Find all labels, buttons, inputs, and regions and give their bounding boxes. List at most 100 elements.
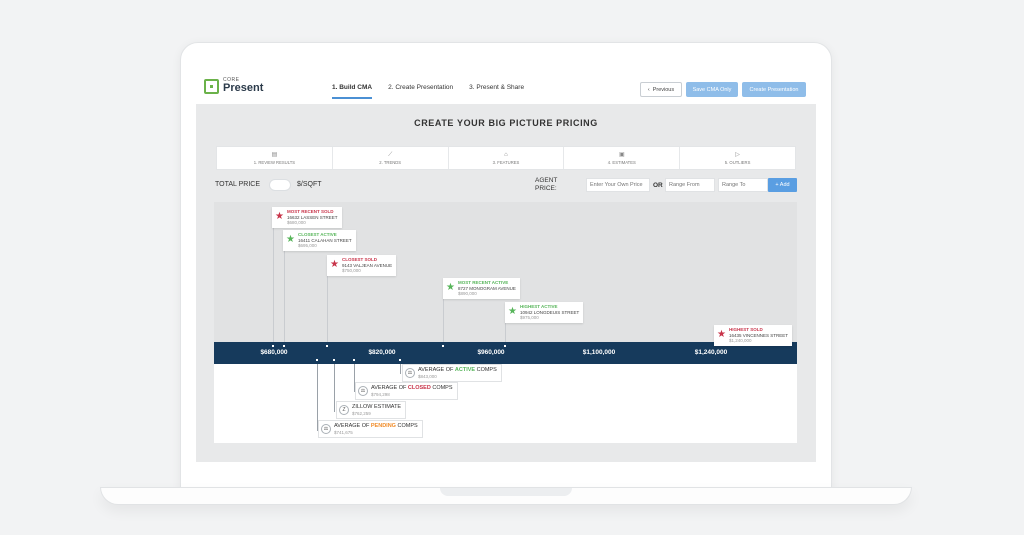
comp-card-closest-sold[interactable]: ★ CLOSEST SOLD 9143 VALJEAN AVENUE $750,…: [327, 255, 397, 276]
scale-icon: ⚖: [321, 424, 331, 434]
comp-stem: [327, 274, 328, 342]
average-prefix: AVERAGE OF: [418, 367, 455, 373]
per-sqft-label: $/SQFT: [297, 181, 322, 188]
step-build-cma[interactable]: 1. Build CMA: [332, 84, 373, 99]
range-to-input[interactable]: [718, 178, 768, 192]
total-price-label: TOTAL PRICE: [215, 181, 260, 188]
tab-trends[interactable]: ⟋ 2. TRENDS: [333, 147, 449, 169]
average-highlight: CLOSED: [407, 385, 431, 391]
average-active-card[interactable]: ⚖ AVERAGE OF ACTIVE COMPS $843,000: [402, 364, 502, 382]
comp-marker: [283, 345, 285, 347]
home-icon: ⌂: [504, 151, 508, 158]
comp-stem: [505, 321, 506, 342]
comp-stem: [273, 226, 274, 342]
zillow-estimate-card[interactable]: Z ZILLOW ESTIMATE $762,259: [336, 401, 407, 419]
pricing-chart: $680,000 $820,000 $960,000 $1,100,000 $1…: [214, 202, 797, 443]
average-value: $794,298: [371, 391, 390, 397]
average-label: AVERAGE OF CLOSED COMPS: [371, 385, 453, 392]
step-present-share[interactable]: 3. Present & Share: [469, 84, 524, 99]
tab-label: 5. OUTLIERS: [724, 159, 751, 165]
average-suffix: COMPS: [430, 385, 453, 391]
comp-card-most-recent-active[interactable]: ★ MOST RECENT ACTIVE 8727 MONOGRAM AVENU…: [443, 278, 520, 299]
content-area: CREATE YOUR BIG PICTURE PRICING ▤ 1. REV…: [196, 104, 816, 462]
comp-title: MOST RECENT ACTIVE: [457, 280, 509, 285]
axis-tick-label: $680,000: [260, 349, 288, 356]
average-closed-card[interactable]: ⚖ AVERAGE OF CLOSED COMPS $794,298: [355, 382, 458, 400]
scale-icon: ⚖: [405, 368, 415, 378]
average-marker: [399, 359, 401, 361]
tab-features[interactable]: ⌂ 3. FEATURES: [449, 147, 565, 169]
axis-tick-label: $820,000: [368, 349, 396, 356]
tab-label: 3. FEATURES: [492, 159, 520, 165]
average-stem: [400, 364, 401, 374]
comp-price: $680,000: [286, 220, 306, 226]
comp-title: MOST RECENT SOLD: [286, 209, 334, 214]
tab-outliers[interactable]: ▷ 5. OUTLIERS: [680, 147, 795, 169]
comp-marker: [326, 345, 328, 347]
average-prefix: AVERAGE OF: [334, 423, 371, 429]
zillow-icon: Z: [339, 405, 349, 415]
comp-price: $750,000: [341, 268, 361, 274]
average-prefix: AVERAGE OF: [371, 385, 408, 391]
axis-tick-label: $960,000: [477, 349, 505, 356]
logo-big-text: Present: [223, 82, 264, 94]
comp-stem: [284, 248, 285, 342]
star-icon: ★: [275, 211, 284, 223]
price-axis: $680,000 $820,000 $960,000 $1,100,000 $1…: [214, 342, 797, 364]
price-mode-toggle[interactable]: [269, 179, 291, 191]
page-title: CREATE YOUR BIG PICTURE PRICING: [414, 118, 598, 128]
star-icon: ★: [286, 234, 295, 246]
average-label: AVERAGE OF PENDING COMPS: [334, 423, 418, 430]
comp-card-highest-active[interactable]: ★ HIGHEST ACTIVE 10942 LONGDEUIS STREET …: [505, 302, 584, 323]
logo[interactable]: CORE Present: [204, 78, 263, 94]
list-icon: ▤: [271, 151, 278, 158]
previous-label: Previous: [652, 86, 675, 93]
chart-lower-area: [214, 364, 797, 443]
step-nav: 1. Build CMA 2. Create Presentation 3. P…: [332, 84, 524, 99]
average-suffix: COMPS: [395, 423, 418, 429]
average-value: $843,000: [418, 373, 437, 379]
comp-stem: [443, 297, 444, 342]
axis-tick-label: $1,100,000: [582, 349, 616, 356]
house-logo-icon: [204, 78, 219, 94]
app-header: CORE Present 1. Build CMA 2. Create Pres…: [196, 70, 816, 104]
chevron-left-icon: ‹: [647, 86, 650, 93]
add-price-button[interactable]: + Add: [768, 178, 797, 192]
axis-tick-label: $1,240,000: [694, 349, 728, 356]
average-label: ZILLOW ESTIMATE: [352, 404, 402, 410]
comp-card-highest-sold[interactable]: ★ HIGHEST SOLD 16435 VINCENNES STREET $1…: [714, 325, 792, 346]
agent-price-label: AGENT PRICE:: [535, 177, 558, 192]
comp-card-most-recent-sold[interactable]: ★ MOST RECENT SOLD 16632 LASSEN STREET $…: [272, 207, 342, 228]
send-icon: ▷: [735, 151, 740, 158]
star-icon: ★: [330, 259, 339, 271]
tab-estimates[interactable]: ▣ 4. ESTIMATES: [564, 147, 681, 169]
average-value: $762,259: [352, 410, 371, 416]
pricing-tabs: ▤ 1. REVIEW RESULTS ⟋ 2. TRENDS ⌂ 3. FEA…: [216, 146, 796, 170]
star-icon: ★: [508, 306, 517, 318]
range-from-input[interactable]: [665, 178, 715, 192]
own-price-input[interactable]: [586, 178, 650, 192]
previous-button[interactable]: ‹ Previous: [640, 82, 682, 97]
create-presentation-button[interactable]: Create Presentation: [742, 82, 806, 97]
comp-card-closest-active[interactable]: ★ CLOSEST ACTIVE 16411 CALAHAN STREET $6…: [283, 230, 356, 251]
laptop-notch: [440, 488, 572, 496]
step-create-presentation[interactable]: 2. Create Presentation: [388, 84, 453, 99]
average-suffix: COMPS: [475, 367, 497, 373]
clipboard-icon: ▣: [618, 151, 625, 158]
comp-price: $890,000: [457, 291, 477, 297]
tab-review-results[interactable]: ▤ 1. REVIEW RESULTS: [217, 147, 333, 169]
average-pending-card[interactable]: ⚖ AVERAGE OF PENDING COMPS $741,675: [318, 420, 423, 438]
average-marker: [333, 359, 335, 361]
comp-marker: [442, 345, 444, 347]
trend-chart-icon: ⟋: [388, 151, 393, 158]
save-cma-button[interactable]: Save CMA Only: [686, 82, 738, 97]
average-marker: [353, 359, 355, 361]
comp-price: $1,240,000: [728, 338, 752, 344]
star-icon: ★: [717, 329, 726, 341]
comp-marker: [504, 345, 506, 347]
tab-label: 4. ESTIMATES: [607, 159, 636, 165]
or-label: OR: [653, 182, 663, 189]
comp-price: $695,000: [297, 243, 317, 249]
comp-price: $975,000: [519, 315, 539, 321]
average-highlight: ACTIVE: [454, 367, 476, 373]
